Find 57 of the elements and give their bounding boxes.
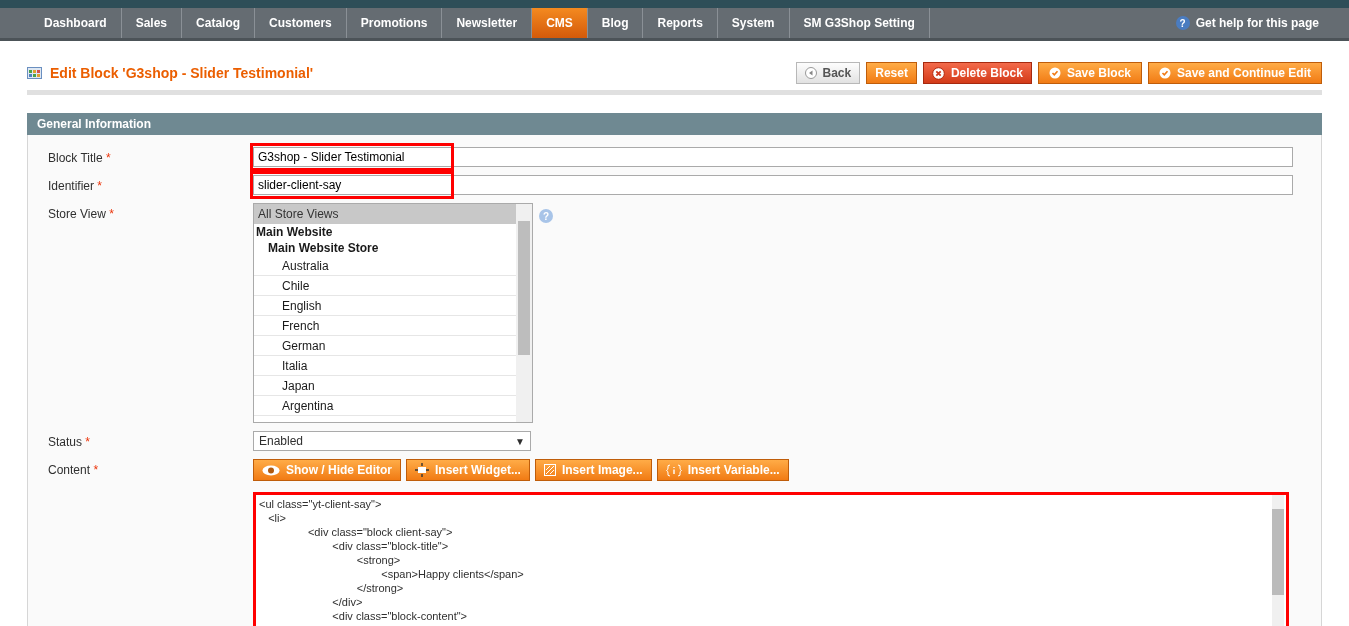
code-line: <div class="block client-say">: [306, 525, 454, 539]
code-line: <li>: [267, 511, 287, 525]
list-option[interactable]: French: [254, 316, 516, 336]
nav-tab[interactable]: Promotions: [346, 8, 443, 38]
page-title: Edit Block 'G3shop - Slider Testimonial': [50, 65, 314, 81]
action-button[interactable]: Delete Block: [922, 62, 1032, 84]
status-dropdown[interactable]: Enabled ▼: [253, 431, 531, 451]
help-link[interactable]: ? Get help for this page: [1175, 8, 1349, 38]
option-group-label: Main Website: [255, 224, 334, 240]
code-line: <ul class="yt-client-say">: [259, 497, 383, 511]
field-label: Block Title *: [48, 150, 112, 165]
image-icon: [543, 464, 556, 476]
list-option[interactable]: English: [254, 296, 516, 316]
code-line: </div>: [331, 595, 364, 609]
nav-tab[interactable]: Reports: [643, 8, 718, 38]
field-label: Store View *: [48, 206, 115, 221]
widget-icon: [415, 463, 429, 477]
list-option[interactable]: Australia: [254, 256, 516, 276]
input-field[interactable]: slider-client-say: [253, 175, 1293, 195]
code-line: <strong>: [355, 553, 402, 567]
list-option[interactable]: Chile: [254, 276, 516, 296]
field-label: Identifier *: [48, 178, 104, 193]
list-option[interactable]: Italia: [254, 356, 516, 376]
list-option[interactable]: German: [254, 336, 516, 356]
input-field[interactable]: G3shop - Slider Testimonial: [253, 147, 1293, 167]
list-option[interactable]: Japan: [254, 376, 516, 396]
variable-icon: [665, 463, 682, 477]
field-label: Status *: [48, 434, 92, 449]
list-option[interactable]: All Store Views: [254, 204, 516, 224]
nav-tab[interactable]: SM G3Shop Setting: [789, 8, 930, 38]
check-icon: [1159, 67, 1171, 79]
field-label: Content *: [48, 462, 100, 477]
code-editor[interactable]: <ul class="yt-client-say"> <li> <div class="block client-say"> <div class="block-title"> <strong> <span>Happy clients</span> </strong> </div> <div class="block-content">: [253, 492, 1289, 626]
nav-tab[interactable]: System: [717, 8, 790, 38]
action-button[interactable]: Back: [795, 62, 861, 84]
nav-tab[interactable]: Catalog: [182, 8, 256, 38]
list-option[interactable]: Argentina: [254, 396, 516, 416]
code-line: </strong>: [355, 581, 405, 595]
store-view-list[interactable]: All Store Views Main Website Main Website Store Australia Chile English French German Italia Japan Argentina: [253, 203, 533, 423]
nav-tab[interactable]: Customers: [255, 8, 347, 38]
help-icon: ?: [539, 209, 553, 223]
scrollbar[interactable]: [516, 204, 532, 422]
eye-icon: [262, 464, 280, 476]
code-line: <div class="block-content">: [331, 609, 469, 623]
help-icon: ?: [1175, 16, 1190, 30]
nav-tab[interactable]: Blog: [587, 8, 644, 38]
option-group-label: Main Website Store: [267, 240, 380, 256]
nav-tab[interactable]: Sales: [121, 8, 183, 38]
nav-tab[interactable]: CMS: [532, 8, 588, 38]
check-icon: [1048, 67, 1061, 79]
code-line: <div class="block-title">: [331, 539, 450, 553]
delete-icon: [931, 66, 945, 80]
nav-tab[interactable]: Dashboard: [30, 8, 122, 38]
code-line: <span>Happy clients</span>: [380, 567, 525, 581]
grid-icon: [27, 67, 42, 79]
scrollbar[interactable]: [1272, 495, 1284, 626]
section-header: General Information: [27, 113, 1322, 135]
